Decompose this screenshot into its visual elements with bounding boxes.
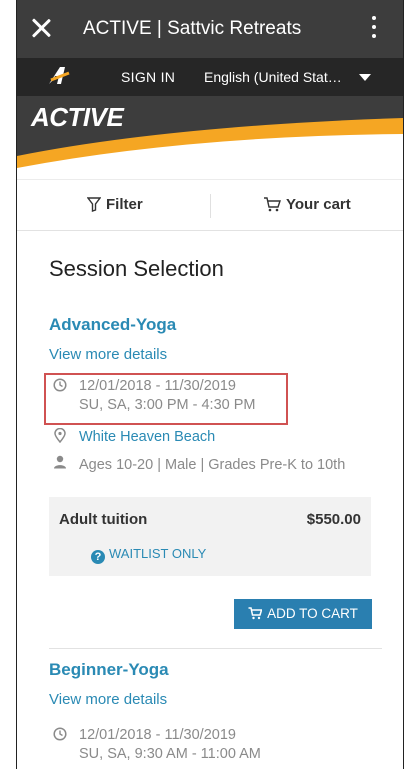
add-to-cart-label: ADD TO CART — [267, 606, 358, 621]
page-title: Session Selection — [49, 256, 224, 281]
session-separator — [49, 648, 382, 649]
brand-logo: ACTIVE — [31, 102, 124, 132]
session-eligibility: Ages 10-20 | Male | Grades Pre-K to 10th — [79, 457, 346, 473]
session-schedule: SU, SA, 9:30 AM - 11:00 AM — [79, 746, 261, 762]
title-bar: ACTIVE | Sattvic Retreats — [17, 0, 403, 58]
cart-icon — [248, 607, 263, 620]
session-title-beginner-yoga[interactable]: Beginner-Yoga — [49, 660, 169, 680]
close-icon[interactable] — [27, 14, 55, 42]
window-title: ACTIVE | Sattvic Retreats — [83, 18, 302, 39]
action-bar: Filter Your cart — [17, 179, 403, 231]
filter-label: Filter — [106, 196, 143, 213]
highlight-box — [44, 373, 288, 425]
sign-in-bar: SIGN IN English (United Stat… — [17, 58, 403, 96]
tuition-label: Adult tuition — [59, 511, 148, 528]
filter-icon — [87, 197, 101, 212]
session-location-link[interactable]: White Heaven Beach — [79, 428, 215, 447]
waitlist-label: WAITLIST ONLY — [109, 546, 207, 561]
session-title-advanced-yoga[interactable]: Advanced-Yoga — [49, 315, 176, 335]
waitlist-status[interactable]: ? WAITLIST ONLY — [91, 546, 206, 564]
person-icon — [54, 455, 66, 469]
app-frame: ACTIVE | Sattvic Retreats SIGN IN Englis… — [16, 0, 404, 769]
chevron-down-icon[interactable] — [359, 74, 371, 81]
tuition-price: $550.00 — [306, 511, 361, 528]
add-to-cart-button[interactable]: ADD TO CART — [234, 599, 372, 629]
language-selector[interactable]: English (United Stat… — [204, 69, 342, 85]
session-dates: 12/01/2018 - 11/30/2019 — [79, 727, 236, 743]
cart-icon — [264, 197, 281, 212]
view-details-link[interactable]: View more details — [49, 346, 167, 363]
clock-icon — [53, 727, 67, 741]
active-a-logo — [49, 67, 70, 84]
filter-button[interactable]: Filter — [87, 196, 143, 213]
your-cart-button[interactable]: Your cart — [263, 196, 351, 213]
more-vert-icon[interactable] — [369, 16, 379, 42]
view-details-link[interactable]: View more details — [49, 691, 167, 708]
divider — [210, 194, 211, 218]
sign-in-link[interactable]: SIGN IN — [121, 69, 175, 85]
brand-banner: ACTIVE — [17, 96, 403, 178]
help-circle-icon: ? — [91, 550, 105, 564]
cart-label: Your cart — [286, 196, 351, 213]
tuition-box: Adult tuition $550.00 ? WAITLIST ONLY — [49, 497, 371, 576]
location-pin-icon — [54, 428, 66, 443]
